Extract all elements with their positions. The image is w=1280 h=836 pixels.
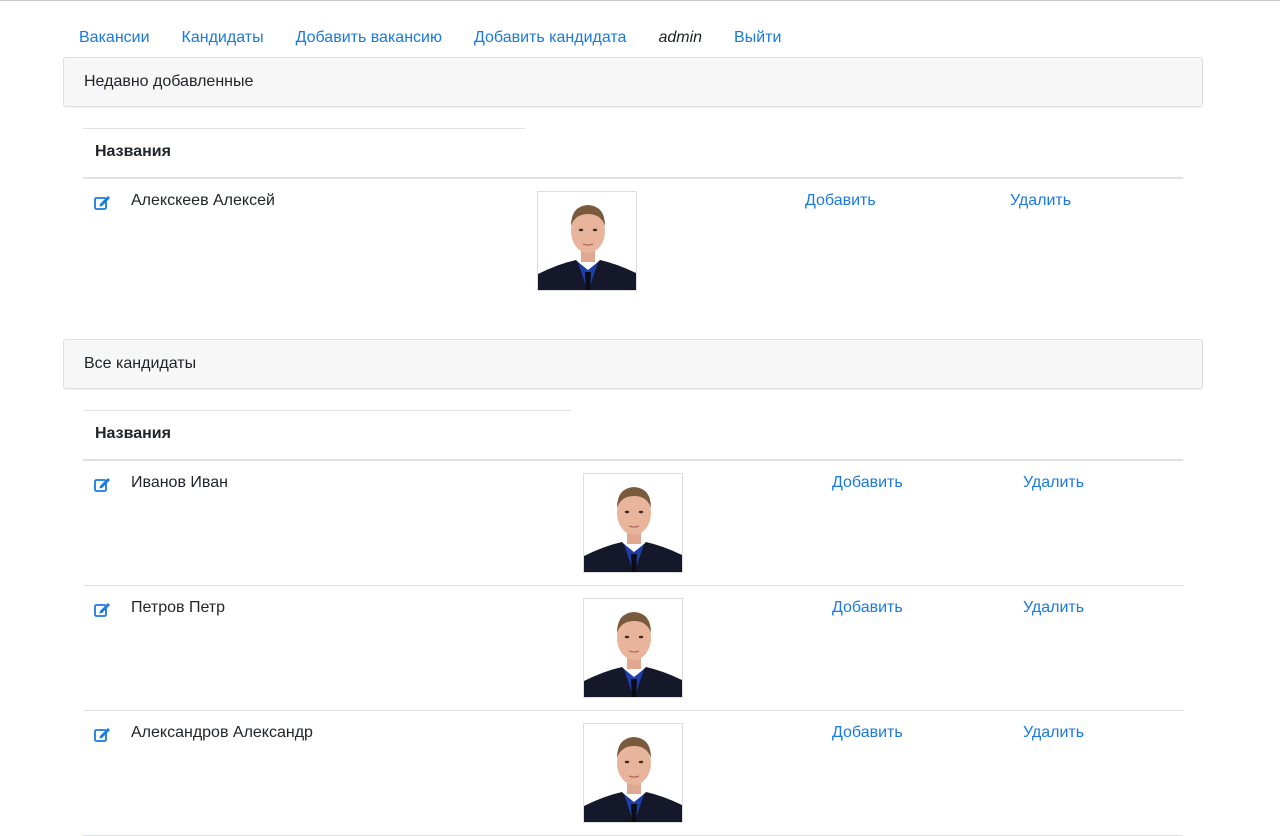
edit-icon[interactable] — [94, 727, 111, 742]
nav-logout-link[interactable]: Выйти — [718, 26, 797, 50]
candidate-photo — [583, 473, 683, 573]
candidate-photo — [537, 191, 637, 291]
table-header-top-border — [83, 410, 571, 411]
nav-candidates-link[interactable]: Кандидаты — [166, 26, 280, 50]
recent-candidates-table: Названия Алекскеев Алексей Добавить Удал… — [83, 128, 1183, 304]
add-button[interactable]: Добавить — [832, 599, 903, 617]
add-button[interactable]: Добавить — [832, 474, 903, 492]
column-header-names: Названия — [95, 425, 171, 442]
table-row: Петров Петр Добавить Удалить — [83, 586, 1183, 711]
delete-button[interactable]: Удалить — [1023, 724, 1084, 742]
add-button[interactable]: Добавить — [832, 724, 903, 742]
edit-icon[interactable] — [94, 195, 111, 210]
column-header-names: Названия — [95, 143, 171, 160]
candidate-name[interactable]: Петров Петр — [131, 599, 225, 617]
current-user: admin — [658, 29, 703, 46]
candidate-photo — [583, 598, 683, 698]
nav-vacancies-link[interactable]: Вакансии — [63, 26, 166, 50]
main-nav: Вакансии Кандидаты Добавить вакансию Доб… — [63, 24, 797, 52]
candidate-name[interactable]: Иванов Иван — [131, 474, 228, 492]
all-candidates-section-title: Все кандидаты — [84, 355, 197, 372]
nav-add-candidate-link[interactable]: Добавить кандидата — [458, 26, 642, 50]
table-row: Иванов Иван Добавить Удалить — [83, 461, 1183, 586]
edit-icon[interactable] — [94, 602, 111, 617]
table-header-top-border — [83, 128, 525, 129]
add-button[interactable]: Добавить — [805, 192, 876, 210]
candidate-photo — [583, 723, 683, 823]
table-header-row: Названия — [83, 410, 1183, 461]
all-candidates-table: Названия Иванов Иван Добавить Удалить Пе… — [83, 410, 1183, 836]
candidate-name[interactable]: Алекскеев Алексей — [131, 192, 275, 210]
table-row: Александров Александр Добавить Удалить — [83, 711, 1183, 836]
table-row: Алекскеев Алексей Добавить Удалить — [83, 179, 1183, 304]
candidate-name[interactable]: Александров Александр — [131, 724, 313, 742]
all-candidates-section-header: Все кандидаты — [63, 339, 1203, 389]
delete-button[interactable]: Удалить — [1023, 599, 1084, 617]
edit-icon[interactable] — [94, 477, 111, 492]
recent-section-header: Недавно добавленные — [63, 57, 1203, 107]
nav-add-vacancy-link[interactable]: Добавить вакансию — [280, 26, 458, 50]
top-border — [0, 0, 1280, 1]
delete-button[interactable]: Удалить — [1010, 192, 1071, 210]
delete-button[interactable]: Удалить — [1023, 474, 1084, 492]
table-header-row: Названия — [83, 128, 1183, 179]
recent-section-title: Недавно добавленные — [84, 73, 254, 90]
